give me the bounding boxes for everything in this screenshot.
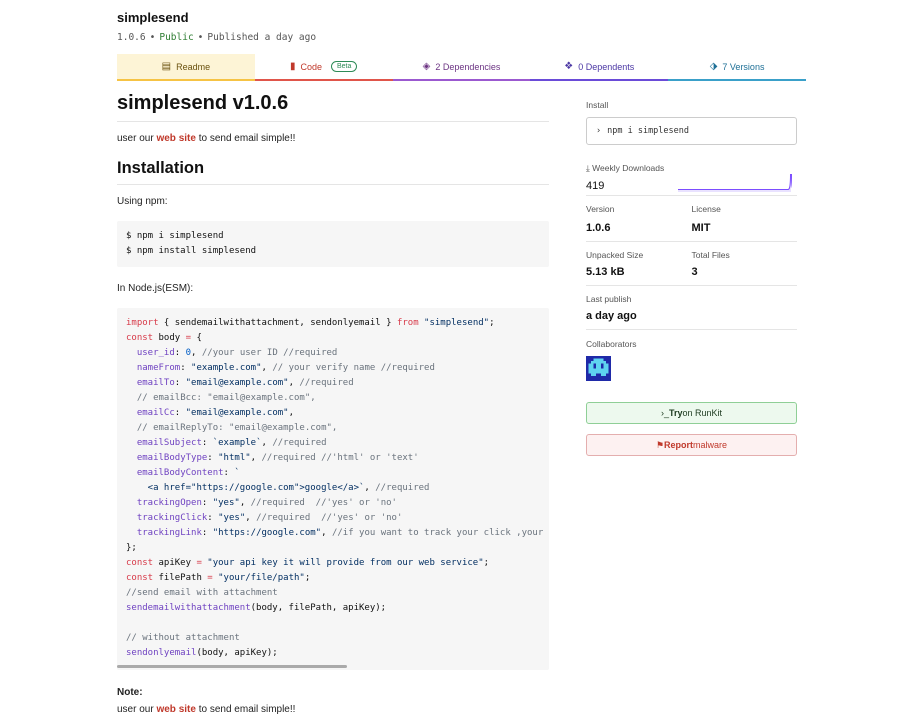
note-text-before: user our bbox=[117, 704, 157, 715]
package-published: Published a day ago bbox=[207, 32, 317, 43]
version-cell: Version 1.0.6 bbox=[586, 204, 692, 234]
code-horizontal-scrollbar[interactable] bbox=[117, 665, 347, 668]
last-publish-row: Last publish a day ago bbox=[586, 294, 797, 330]
install-command-2: $ npm install simplesend bbox=[126, 246, 257, 256]
total-files-value: 3 bbox=[691, 266, 698, 278]
downloads-sparkline bbox=[678, 174, 792, 192]
install-command-1: $ npm i simplesend bbox=[126, 231, 224, 241]
weekly-downloads-row: 419 bbox=[586, 174, 797, 196]
collaborator-avatar[interactable] bbox=[586, 356, 611, 381]
tab-dependents-label: 0 Dependents bbox=[578, 61, 635, 72]
install-command: npm i simplesend bbox=[607, 126, 690, 136]
package-header: simplesend 1.0.6 • Public • Published a day … bbox=[117, 10, 817, 43]
collaborators-label: Collaborators bbox=[586, 339, 637, 349]
note-text-after: to send email simple!! bbox=[195, 704, 296, 715]
note-text: user our web site to send email simple!! bbox=[117, 704, 295, 715]
license-label: License bbox=[691, 204, 721, 214]
package-version: 1.0.6 bbox=[117, 32, 146, 43]
runkit-label-rest: on RunKit bbox=[682, 408, 723, 418]
tags-icon: ⬗ bbox=[709, 61, 718, 72]
tab-versions[interactable]: ⬗ 7 Versions bbox=[668, 54, 806, 81]
package-visibility: Public bbox=[159, 32, 194, 43]
readme-content: simplesend v1.0.6 user our web site to s… bbox=[117, 92, 549, 715]
weekly-downloads-label-text: Weekly Downloads bbox=[592, 163, 665, 173]
avatar-image bbox=[586, 356, 611, 381]
package-tabs: ▤ Readme ▮ Code Beta ◈ 2 Dependencies ❖ … bbox=[117, 54, 806, 81]
weekly-downloads-label: ⤓ Weekly Downloads bbox=[586, 163, 797, 174]
using-npm-text: Using npm: bbox=[117, 196, 168, 207]
tab-versions-label: 7 Versions bbox=[722, 61, 765, 72]
license-cell: License MIT bbox=[692, 204, 798, 234]
box-icon: ◈ bbox=[422, 61, 431, 72]
installation-heading: Installation bbox=[117, 159, 549, 185]
install-code-block: $ npm i simplesend $ npm install simples… bbox=[117, 221, 549, 267]
tab-readme-label: Readme bbox=[176, 61, 211, 72]
download-icon: ⤓ bbox=[586, 163, 590, 173]
tab-readme[interactable]: ▤ Readme bbox=[117, 54, 255, 81]
note-label: Note: bbox=[117, 687, 143, 698]
readme-title: simplesend v1.0.6 bbox=[117, 92, 549, 122]
prompt-chevron-icon: › bbox=[596, 126, 602, 136]
runkit-icon: ›_ bbox=[660, 408, 669, 418]
version-label: Version bbox=[586, 204, 615, 214]
install-command-box[interactable]: › npm i simplesend bbox=[586, 117, 797, 145]
in-node-text: In Node.js(ESM): bbox=[117, 283, 194, 294]
usage-code-block: import { sendemailwithattachment, sendon… bbox=[117, 308, 549, 670]
weekly-downloads-value: 419 bbox=[586, 180, 605, 192]
package-meta: 1.0.6 • Public • Published a day ago bbox=[117, 32, 317, 43]
report-label-rest: malware bbox=[693, 440, 728, 450]
sparkline-path bbox=[678, 174, 792, 191]
intro-text-before: user our bbox=[117, 133, 157, 144]
report-label-bold: Report bbox=[664, 440, 694, 450]
install-label: Install bbox=[586, 100, 609, 110]
code-file-icon: ▮ bbox=[289, 61, 296, 72]
sidebar: Install › npm i simplesend ⤓ Weekly Down… bbox=[586, 100, 797, 456]
version-license-row: Version 1.0.6 License MIT bbox=[586, 204, 797, 242]
last-publish-value: a day ago bbox=[586, 310, 637, 322]
total-files-label: Total Files bbox=[691, 250, 730, 260]
license-value: MIT bbox=[691, 222, 711, 234]
total-files-cell: Total Files 3 bbox=[692, 250, 798, 278]
unpacked-size-value: 5.13 kB bbox=[586, 266, 625, 278]
document-icon: ▤ bbox=[161, 61, 172, 72]
flag-icon: ⚑ bbox=[655, 439, 665, 450]
boxes-icon: ❖ bbox=[564, 61, 574, 72]
tab-dependencies[interactable]: ◈ 2 Dependencies bbox=[392, 54, 531, 81]
tab-dependents[interactable]: ❖ 0 Dependents bbox=[530, 54, 669, 81]
unpacked-size-cell: Unpacked Size 5.13 kB bbox=[586, 250, 692, 278]
last-publish-cell: Last publish a day ago bbox=[586, 294, 797, 322]
try-on-runkit-button[interactable]: ›_ Try on RunKit bbox=[586, 402, 797, 424]
version-value: 1.0.6 bbox=[586, 222, 611, 234]
web-site-link[interactable]: web site bbox=[156, 133, 195, 144]
size-files-row: Unpacked Size 5.13 kB Total Files 3 bbox=[586, 250, 797, 286]
intro-text-after: to send email simple!! bbox=[195, 133, 296, 144]
tab-dependencies-label: 2 Dependencies bbox=[435, 61, 501, 72]
runkit-label-bold: Try bbox=[668, 408, 683, 418]
last-publish-label: Last publish bbox=[586, 294, 632, 304]
tab-code-label: Code bbox=[300, 61, 322, 72]
unpacked-size-label: Unpacked Size bbox=[586, 250, 644, 260]
beta-badge: Beta bbox=[331, 61, 358, 72]
note-web-site-link[interactable]: web site bbox=[156, 704, 195, 715]
package-name: simplesend bbox=[117, 10, 189, 25]
report-malware-button[interactable]: ⚑ Report malware bbox=[586, 434, 797, 456]
tab-code[interactable]: ▮ Code Beta bbox=[254, 54, 393, 81]
readme-intro: user our web site to send email simple!! bbox=[117, 133, 295, 144]
